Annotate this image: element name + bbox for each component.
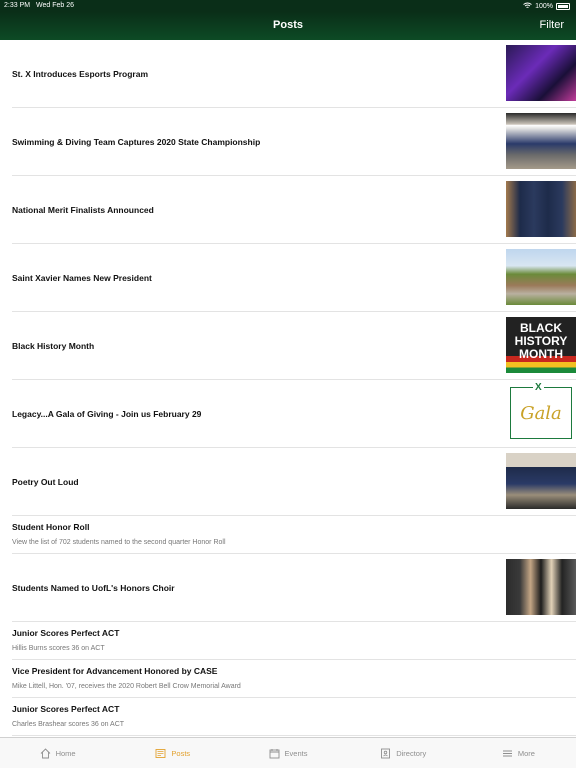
gala-word: Gala [520,402,562,424]
post-row[interactable]: Student Honor Roll View the list of 702 … [12,516,576,554]
tab-events[interactable]: Events [230,738,345,768]
post-thumbnail [506,181,576,237]
post-title: Vice President for Advancement Honored b… [12,666,218,676]
post-title: Saint Xavier Names New President [12,273,152,283]
post-row[interactable]: Junior Scores Perfect ACT Charles Brashe… [12,698,576,736]
post-title: Junior Scores Perfect ACT [12,704,120,714]
post-thumbnail [506,453,576,509]
tab-home[interactable]: Home [0,738,115,768]
post-row[interactable]: Black History Month BLACK HISTORY MONTH [12,312,576,380]
post-thumbnail [506,113,576,169]
post-row[interactable]: Saint Xavier Names New President [12,244,576,312]
post-title: Legacy...A Gala of Giving - Join us Febr… [12,409,202,419]
wifi-icon [523,2,532,11]
post-subtitle: Mike Littell, Hon. '07, receives the 202… [12,683,241,690]
status-bar: 2:33 PM Wed Feb 26 100% [0,0,576,12]
post-row[interactable]: Vice President for Advancement Honored b… [12,660,576,698]
gala-mark: X [533,382,544,393]
post-thumbnail: BLACK HISTORY MONTH [506,317,576,373]
tab-directory[interactable]: Directory [346,738,461,768]
status-time: 2:33 PM [4,2,31,9]
post-thumbnail [506,249,576,305]
thumb-text: MONTH [519,347,563,361]
post-thumbnail: X Gala [506,382,576,441]
tab-label: Home [55,748,76,758]
tab-label: Directory [396,748,427,758]
post-title: Poetry Out Loud [12,477,79,487]
page-title: Posts [273,19,303,31]
tab-label: Events [284,748,308,758]
post-row[interactable]: Students Named to UofL's Honors Choir [12,554,576,622]
tab-more[interactable]: More [461,738,576,768]
post-subtitle: View the list of 702 students named to t… [12,539,226,546]
home-icon [40,747,51,759]
post-title: Junior Scores Perfect ACT [12,628,120,638]
post-row[interactable]: St. X Introduces Esports Program [12,40,576,108]
tab-bar: Home Posts Events Directory More [0,737,576,768]
post-title: Black History Month [12,341,95,351]
tab-posts[interactable]: Posts [115,738,230,768]
post-title: National Merit Finalists Announced [12,205,154,215]
post-row[interactable]: Poetry Out Loud [12,448,576,516]
post-title: Students Named to UofL's Honors Choir [12,583,175,593]
gala-logo: X Gala [510,382,572,439]
battery-percent: 100% [535,3,553,10]
tab-label: Posts [171,748,191,758]
post-title: St. X Introduces Esports Program [12,69,149,79]
post-subtitle: Charles Brashear scores 36 on ACT [12,721,125,728]
post-row[interactable]: Legacy...A Gala of Giving - Join us Febr… [12,380,576,448]
posts-icon [155,748,166,759]
menu-icon [502,748,513,759]
post-subtitle: Hillis Burns scores 36 on ACT [12,645,105,652]
post-row[interactable]: National Merit Finalists Announced [12,176,576,244]
battery-icon [556,3,570,10]
filter-button[interactable]: Filter [540,19,564,31]
tab-label: More [517,748,535,758]
post-row[interactable]: Junior Scores Perfect ACT Hillis Burns s… [12,622,576,660]
directory-icon [380,748,391,759]
posts-list: St. X Introduces Esports Program Swimmin… [0,40,576,737]
post-title: Swimming & Diving Team Captures 2020 Sta… [12,137,261,147]
post-thumbnail [506,45,576,101]
nav-bar: Posts Filter [0,12,576,40]
calendar-icon [269,748,280,759]
post-thumbnail [506,559,576,615]
status-date: Wed Feb 26 [36,2,75,9]
post-title: Student Honor Roll [12,522,90,532]
post-row[interactable]: Swimming & Diving Team Captures 2020 Sta… [12,108,576,176]
status-right: 100% [523,2,570,11]
